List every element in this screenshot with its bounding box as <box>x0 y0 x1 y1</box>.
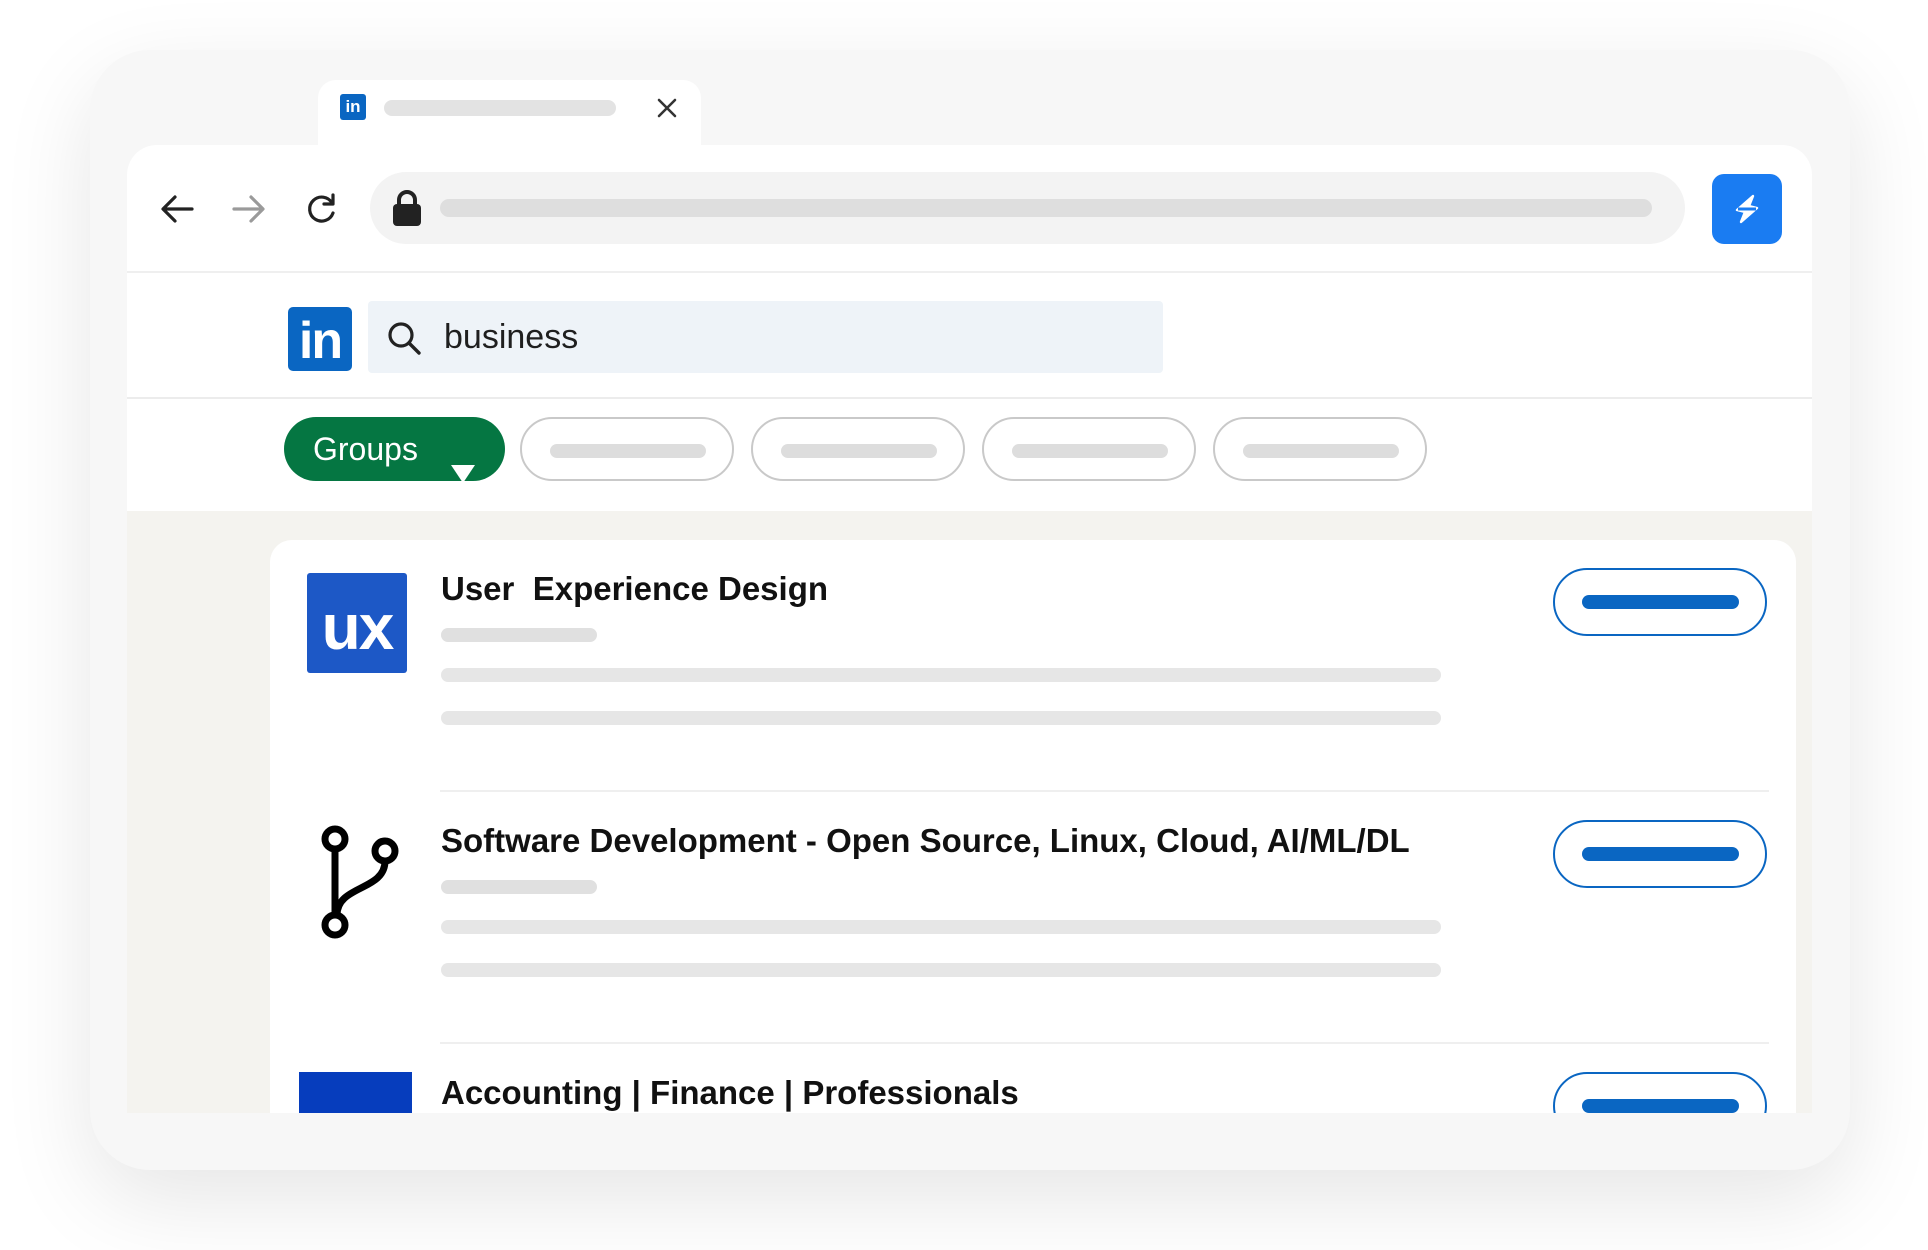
group-description-placeholder <box>441 711 1441 725</box>
search-query: business <box>444 318 579 356</box>
git-branch-icon[interactable] <box>307 825 407 939</box>
search-input[interactable]: business <box>368 301 1163 373</box>
linkedin-logo[interactable]: in <box>288 307 352 371</box>
filter-label-placeholder <box>781 444 937 458</box>
join-button[interactable] <box>1553 1072 1767 1113</box>
search-icon <box>385 319 423 357</box>
group-name[interactable]: Accounting | Finance | Professionals <box>441 1073 1019 1113</box>
filter-pill-4[interactable] <box>982 417 1196 481</box>
caret-down-icon <box>450 441 476 483</box>
tab-title-placeholder <box>384 100 616 116</box>
group-name[interactable]: Software Development - Open Source, Linu… <box>441 821 1410 861</box>
browser-window: in business Groups ux User Experience De… <box>127 145 1812 1113</box>
forward-icon[interactable] <box>225 185 273 233</box>
filter-label-placeholder <box>550 444 706 458</box>
filter-label-placeholder <box>1012 444 1168 458</box>
group-description-placeholder <box>441 920 1441 934</box>
results-area: ux User Experience Design Software Devel… <box>127 511 1812 1113</box>
join-label-placeholder <box>1582 1099 1739 1113</box>
extension-lightning-icon[interactable] <box>1712 174 1782 244</box>
join-button[interactable] <box>1553 820 1767 888</box>
join-button[interactable] <box>1553 568 1767 636</box>
reload-icon[interactable] <box>297 185 345 233</box>
tab-close-icon[interactable] <box>651 92 683 124</box>
lock-icon <box>390 188 424 228</box>
browser-tab[interactable]: in <box>318 80 701 150</box>
groups-filter-button[interactable]: Groups <box>284 417 505 483</box>
group-meta-placeholder <box>441 628 597 642</box>
filter-label-placeholder <box>1243 444 1399 458</box>
linkedin-header: in business <box>127 271 1812 399</box>
filter-pill-2[interactable] <box>520 417 734 481</box>
result-row[interactable]: ux User Experience Design <box>270 540 1796 792</box>
group-meta-placeholder <box>441 880 597 894</box>
url-placeholder <box>440 199 1652 217</box>
group-description-placeholder <box>441 668 1441 682</box>
results-card: ux User Experience Design Software Devel… <box>270 540 1796 1113</box>
filter-pill-3[interactable] <box>751 417 965 481</box>
browser-toolbar <box>127 145 1812 273</box>
address-bar[interactable] <box>370 172 1685 244</box>
group-logo-ux[interactable]: ux <box>307 573 407 673</box>
group-logo-accounting[interactable] <box>299 1072 412 1113</box>
join-label-placeholder <box>1582 847 1739 861</box>
join-label-placeholder <box>1582 595 1739 609</box>
filter-bar: Groups <box>127 399 1812 509</box>
back-icon[interactable] <box>153 185 201 233</box>
group-name[interactable]: User Experience Design <box>441 569 828 609</box>
result-row[interactable]: Accounting | Finance | Professionals <box>270 1044 1796 1113</box>
filter-pill-5[interactable] <box>1213 417 1427 481</box>
groups-filter-label: Groups <box>313 431 418 467</box>
linkedin-favicon-icon: in <box>340 94 366 120</box>
result-row[interactable]: Software Development - Open Source, Linu… <box>270 792 1796 1044</box>
group-description-placeholder <box>441 963 1441 977</box>
